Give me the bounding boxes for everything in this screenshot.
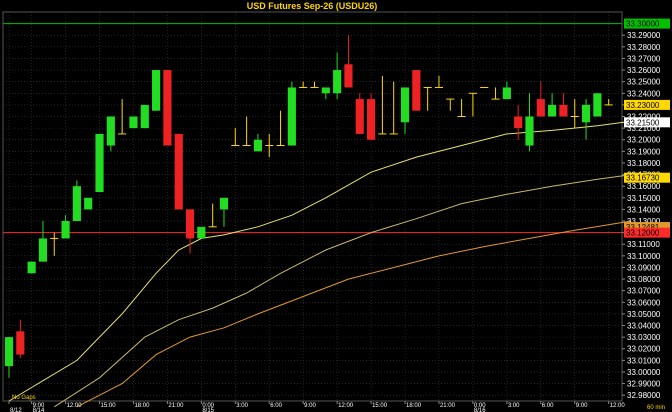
y-tick-label: 33.15000 [627,194,661,203]
y-tick-label: 33.14000 [627,205,661,214]
y-tick-label: 33.01000 [627,356,661,365]
y-tick-label: 33.20000 [627,136,661,145]
candle-body [412,70,421,111]
price-marker-label: 33.30000 [626,20,660,29]
candle-body [152,70,161,111]
y-tick-label: 33.10000 [627,252,661,261]
chart-canvas: USD Futures Sep-26 (USDU26) 33.29000 33.2… [0,0,672,412]
candle-body [559,104,568,117]
x-tick-label: 15:00 [372,403,388,409]
x-tick-label: 21:00 [168,403,184,409]
y-tick-label: 33.05000 [627,310,661,319]
y-tick-label: 33.27000 [627,54,661,63]
x-date-label: 8/12 [10,408,22,412]
y-tick-label: 33.16000 [627,182,661,191]
x-tick-label: 9:00 [576,403,588,409]
x-tick-label: 18:00 [406,403,422,409]
y-tick-label: 33.08000 [627,275,661,284]
y-tick-label: 33.26000 [627,66,661,75]
candle-body [253,139,262,152]
no-gaps-label: No Gaps [12,395,36,401]
price-marker-label: 33.12000 [626,229,660,238]
y-tick-label: 33.28000 [627,43,661,52]
y-tick-label: 33.24000 [627,89,661,98]
y-tick-label: 32.99000 [627,380,661,389]
candle-body [185,209,195,239]
candle-body [27,261,36,274]
y-tick-label: 33.06000 [627,298,661,307]
y-tick-label: 33.19000 [627,147,661,156]
x-date-label: 8/14 [33,408,45,412]
candle-body [174,133,183,210]
chart-title: USD Futures Sep-26 (USDU26) [247,1,378,11]
x-tick-label: 9:00 [304,403,316,409]
y-tick-label: 32.98000 [627,391,661,400]
candle-body [514,116,523,129]
x-tick-label: 21:00 [440,403,456,409]
candle-body [333,70,342,94]
x-tick-label: 12:00 [67,403,83,409]
candle-body [400,87,410,123]
candle-body [95,133,104,192]
y-tick-label: 33.04000 [627,322,661,331]
x-tick-label: 3:00 [236,403,248,409]
candle-body [61,221,70,239]
y-tick-label: 33.03000 [627,333,661,342]
y-tick-label: 33.07000 [627,287,661,296]
candle-body [581,104,591,123]
candle-body [321,87,330,94]
price-marker-label: 33.21500 [626,118,660,127]
candle-body [163,70,172,146]
x-tick-label: 3:00 [508,403,520,409]
y-tick-label: 33.18000 [627,159,661,168]
y-tick-label: 33.29000 [627,31,661,40]
x-tick-label: 12:00 [610,403,626,409]
candle-body [4,337,14,367]
candle-body [536,99,545,117]
y-tick-label: 33.25000 [627,78,661,87]
x-tick-label: 12:00 [338,403,354,409]
candle-body [106,116,115,146]
candle-body [548,104,557,117]
candle-body [219,197,229,210]
y-tick-label: 33.11000 [627,240,660,249]
x-tick-label: 15:00 [101,403,117,409]
candle-body [367,99,376,140]
x-tick-label: 18:00 [134,403,150,409]
candle-body [344,64,353,88]
candle-body [197,226,206,239]
y-tick-label: 33.02000 [627,345,661,354]
candle-body [72,186,81,222]
candle-body [38,238,48,262]
candle-body [287,87,296,146]
x-tick-label: 6:00 [542,403,554,409]
chart-background [0,0,672,412]
candle-body [593,93,602,117]
candle-body [355,99,364,134]
price-marker-label: 33.16730 [626,174,660,183]
candle-body [129,116,138,129]
y-tick-label: 33.00000 [627,368,661,377]
candle-body [84,197,93,210]
candle-body [502,87,511,100]
x-tick-label: 6:00 [270,403,282,409]
candle-body [525,116,534,146]
timeframe-label: 60 min [647,405,665,411]
x-date-label: 8/15 [202,408,214,412]
x-date-label: 8/16 [474,408,486,412]
candle-body [140,104,149,129]
y-tick-label: 33.09000 [627,263,661,272]
price-marker-label: 33.23000 [626,101,660,110]
candle-body [16,331,25,355]
